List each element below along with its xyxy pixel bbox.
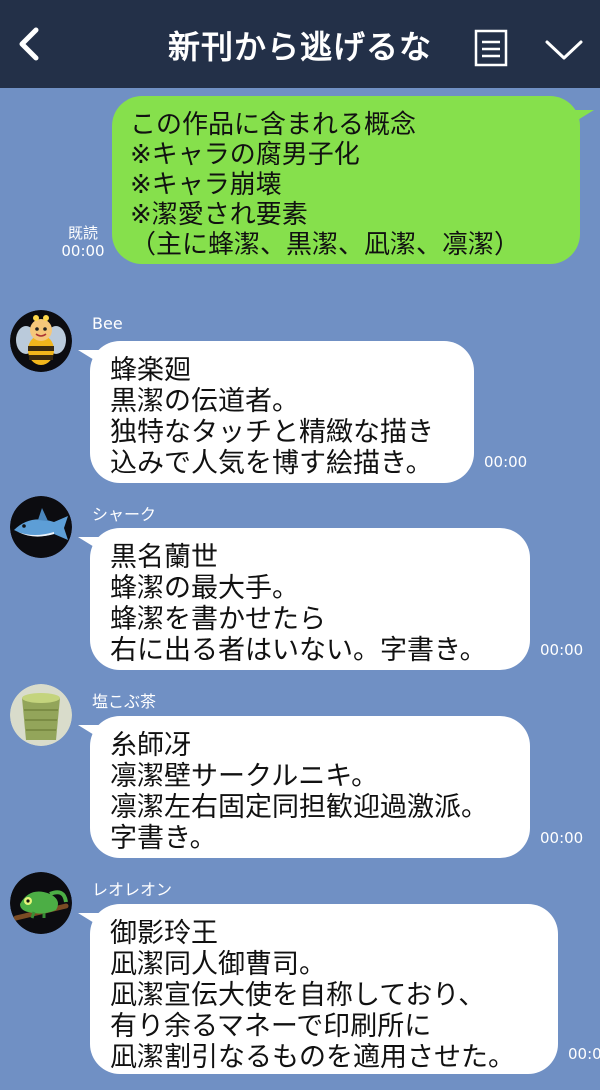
- message-time: 00:00: [540, 641, 584, 659]
- shark-avatar-icon[interactable]: [10, 496, 72, 558]
- note-menu-icon[interactable]: [474, 29, 508, 67]
- message-time: 00:00: [484, 453, 528, 471]
- tea-cup-avatar-icon[interactable]: [10, 684, 72, 746]
- received-message-bubble[interactable]: 黒名蘭世 蜂潔の最大手。 蜂潔を書かせたら 右に出る者はいない。字書き。: [90, 528, 530, 670]
- sender-name: 塩こぶ茶: [92, 692, 157, 711]
- chat-title: 新刊から逃げるな: [167, 28, 432, 66]
- bubble-tail: [78, 913, 104, 929]
- received-message-bubble[interactable]: 蜂楽廻 黒潔の伝道者。 独特なタッチと精緻な描き 込みで人気を博す絵描き。: [90, 341, 474, 483]
- chameleon-avatar-icon[interactable]: [10, 872, 72, 934]
- chat-header: 新刊から逃げるな: [0, 0, 600, 88]
- message-time: 00:00: [540, 829, 584, 847]
- sender-name: レオレオン: [92, 880, 173, 899]
- sent-message-bubble[interactable]: この作品に含まれる概念 ※キャラの腐男子化 ※キャラ崩壊 ※潔愛され要素 （主に…: [112, 96, 580, 264]
- message-time: 00:00: [61, 242, 105, 260]
- read-label: 既読: [67, 224, 98, 242]
- chat-area[interactable]: 既読 00:00 この作品に含まれる概念 ※キャラの腐男子化 ※キャラ崩壊 ※潔…: [0, 88, 600, 1090]
- bubble-tail: [78, 537, 104, 553]
- sender-name: シャーク: [92, 505, 157, 524]
- received-message-bubble[interactable]: 糸師冴 凛潔壁サークルニキ。 凛潔左右固定同担歓迎過激派。 字書き。: [90, 716, 530, 858]
- bubble-tail: [568, 110, 594, 126]
- read-receipt: 既読 00:00: [58, 224, 108, 260]
- bee-avatar-icon[interactable]: [10, 310, 72, 372]
- sender-name: Bee: [92, 314, 123, 333]
- received-message-bubble[interactable]: 御影玲王 凪潔同人御曹司。 凪潔宣伝大使を自称しており、 有り余るマネーで印刷所…: [90, 904, 558, 1074]
- chevron-down-icon[interactable]: [544, 38, 584, 62]
- bubble-tail: [78, 725, 104, 741]
- bubble-tail: [78, 350, 104, 366]
- message-time: 00:0: [568, 1045, 600, 1063]
